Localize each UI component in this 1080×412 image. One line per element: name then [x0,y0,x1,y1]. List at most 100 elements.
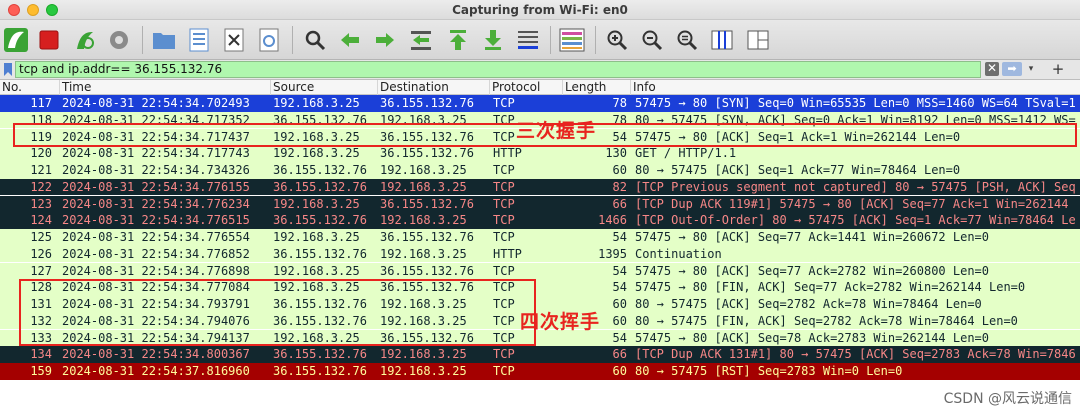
packet-time: 2024-08-31 22:54:34.776515 [62,213,250,228]
packet-info: 80 → 57475 [ACK] Seq=1 Ack=77 Win=78464 … [635,163,961,177]
packet-protocol: TCP [493,196,515,211]
capture-options-icon[interactable] [106,27,132,53]
packet-info: 57475 → 80 [FIN, ACK] Seq=77 Ack=2782 Wi… [635,280,1026,295]
packet-source: 36.155.132.76 [273,179,367,194]
packet-time: 2024-08-31 22:54:34.776234 [62,196,250,211]
teardown-annotation-box [19,279,536,346]
stop-capture-icon[interactable] [36,27,62,53]
packet-protocol: HTTP [493,246,522,261]
find-packet-icon[interactable] [302,27,328,53]
autoscroll-icon[interactable] [515,27,541,53]
packet-info: 57475 → 80 [SYN] Seq=0 Win=65535 Len=0 M… [635,96,1076,110]
packet-time: 2024-08-31 22:54:34.717743 [62,146,250,161]
split-view-icon[interactable] [745,27,771,53]
normal-size-icon[interactable] [674,27,700,53]
open-file-icon[interactable] [151,27,177,53]
restart-capture-icon[interactable] [72,27,98,53]
column-header-length[interactable]: Length [563,80,631,95]
packet-destination: 192.168.3.25 [380,179,467,194]
packet-number: 125 [30,230,52,244]
packet-source: 36.155.132.76 [273,364,367,378]
packet-destination: 36.155.132.76 [380,96,474,110]
start-capture-icon[interactable] [3,27,29,53]
go-first-icon[interactable] [445,27,471,53]
packet-row[interactable]: 125 2024-08-31 22:54:34.776554 192.168.3.2… [0,229,1080,246]
column-header-info[interactable]: Info [631,80,1080,95]
packet-number: 134 [30,347,52,362]
colorize-icon[interactable] [559,27,585,53]
packet-row[interactable]: 117 2024-08-31 22:54:34.702493 192.168.3.2… [0,95,1080,112]
packet-number: 127 [30,263,52,278]
packet-row[interactable]: 134 2024-08-31 22:54:34.800367 36.155.132.… [0,346,1080,363]
packet-info: 80 → 57475 [ACK] Seq=2782 Ack=78 Win=784… [635,297,982,311]
column-header-source[interactable]: Source [271,80,378,95]
packet-row[interactable]: 120 2024-08-31 22:54:34.717743 192.168.3.2… [0,145,1080,162]
close-file-icon[interactable] [221,27,247,53]
packet-destination: 192.168.3.25 [380,246,467,261]
zoom-in-icon[interactable] [604,27,630,53]
packet-protocol: TCP [493,364,515,378]
packet-length: 54 [612,230,627,244]
packet-info: GET / HTTP/1.1 [635,146,737,161]
packet-source: 36.155.132.76 [273,163,367,177]
save-file-icon[interactable] [186,27,212,53]
packet-number: 122 [30,179,52,194]
title-bar: Capturing from Wi-Fi: en0 [0,0,1080,20]
packet-time: 2024-08-31 22:54:34.800367 [62,347,250,362]
packet-number: 126 [30,246,52,261]
packet-protocol: TCP [493,96,515,110]
packet-length: 130 [605,146,627,161]
resize-columns-icon[interactable] [709,27,735,53]
apply-filter-icon[interactable]: ➡ [1002,62,1022,76]
packet-row[interactable]: 123 2024-08-31 22:54:34.776234 192.168.3.2… [0,195,1080,213]
column-header-destination[interactable]: Destination [378,80,490,95]
packet-length: 60 [612,364,627,378]
go-forward-icon[interactable] [372,27,398,53]
packet-length: 66 [612,196,627,211]
packet-source: 192.168.3.25 [273,146,360,161]
add-filter-button-icon[interactable]: + [1050,60,1066,78]
packet-row[interactable]: 126 2024-08-31 22:54:34.776852 36.155.132.… [0,245,1080,263]
packet-protocol: TCP [493,347,515,362]
reload-file-icon[interactable] [256,27,282,53]
window-title: Capturing from Wi-Fi: en0 [452,3,628,17]
filter-history-dropdown-icon[interactable]: ▾ [1024,62,1038,76]
go-back-icon[interactable] [337,27,363,53]
packet-length: 82 [612,179,627,194]
packet-protocol: TCP [493,263,515,278]
go-last-icon[interactable] [480,27,506,53]
display-filter-bar: tcp and ip.addr== 36.155.132.76 ✕ ➡ ▾ + [0,60,1080,80]
packet-time: 2024-08-31 22:54:34.734326 [62,163,250,177]
packet-info: [TCP Dup ACK 131#1] 80 → 57475 [ACK] Seq… [635,347,1076,362]
column-header-protocol[interactable]: Protocol [490,80,563,95]
packet-length: 1466 [598,213,627,228]
packet-list-header: No. Time Source Destination Protocol Len… [0,80,1080,95]
packet-source: 192.168.3.25 [273,263,360,278]
packet-source: 192.168.3.25 [273,196,360,211]
packet-info: 57475 → 80 [ACK] Seq=77 Ack=2782 Win=260… [635,263,990,278]
watermark: CSDN @风云说通信 [943,391,1072,407]
packet-destination: 36.155.132.76 [380,196,474,211]
packet-info: [TCP Dup ACK 119#1] 57475 → 80 [ACK] Seq… [635,196,1069,211]
packet-number: 117 [30,96,52,110]
packet-info: 57475 → 80 [ACK] Seq=77 Ack=1441 Win=260… [635,230,990,244]
packet-row[interactable]: 124 2024-08-31 22:54:34.776515 36.155.132.… [0,212,1080,229]
packet-info: [TCP Previous segment not captured] 80 →… [635,179,1076,194]
go-to-packet-icon[interactable] [408,27,434,53]
packet-row[interactable]: 159 2024-08-31 22:54:37.816960 36.155.132.… [0,363,1080,380]
packet-length: 66 [612,347,627,362]
packet-destination: 36.155.132.76 [380,230,474,244]
packet-row[interactable]: 122 2024-08-31 22:54:34.776155 36.155.132.… [0,178,1080,196]
packet-row[interactable]: 121 2024-08-31 22:54:34.734326 36.155.132.… [0,162,1080,179]
zoom-out-icon[interactable] [639,27,665,53]
teardown-annotation-label: 四次挥手 [520,311,601,333]
column-header-time[interactable]: Time [60,80,271,95]
clear-filter-icon[interactable]: ✕ [985,62,999,76]
packet-number: 124 [30,213,52,228]
packet-source: 192.168.3.25 [273,230,360,244]
bookmark-icon[interactable] [2,62,14,77]
column-header-no[interactable]: No. [0,80,60,95]
display-filter-input[interactable]: tcp and ip.addr== 36.155.132.76 [15,61,981,78]
packet-source: 36.155.132.76 [273,347,367,362]
packet-row[interactable]: 127 2024-08-31 22:54:34.776898 192.168.3.2… [0,262,1080,280]
